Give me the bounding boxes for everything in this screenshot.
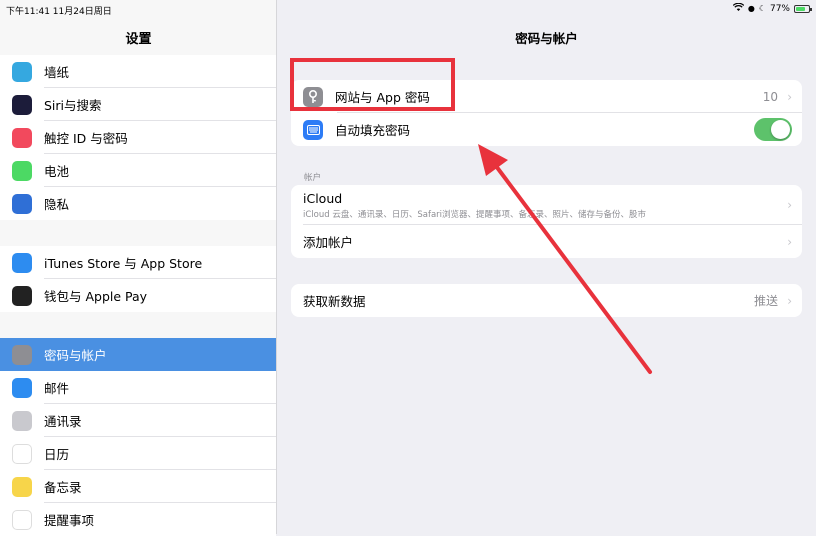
annotation-arrow-icon: [478, 144, 652, 374]
